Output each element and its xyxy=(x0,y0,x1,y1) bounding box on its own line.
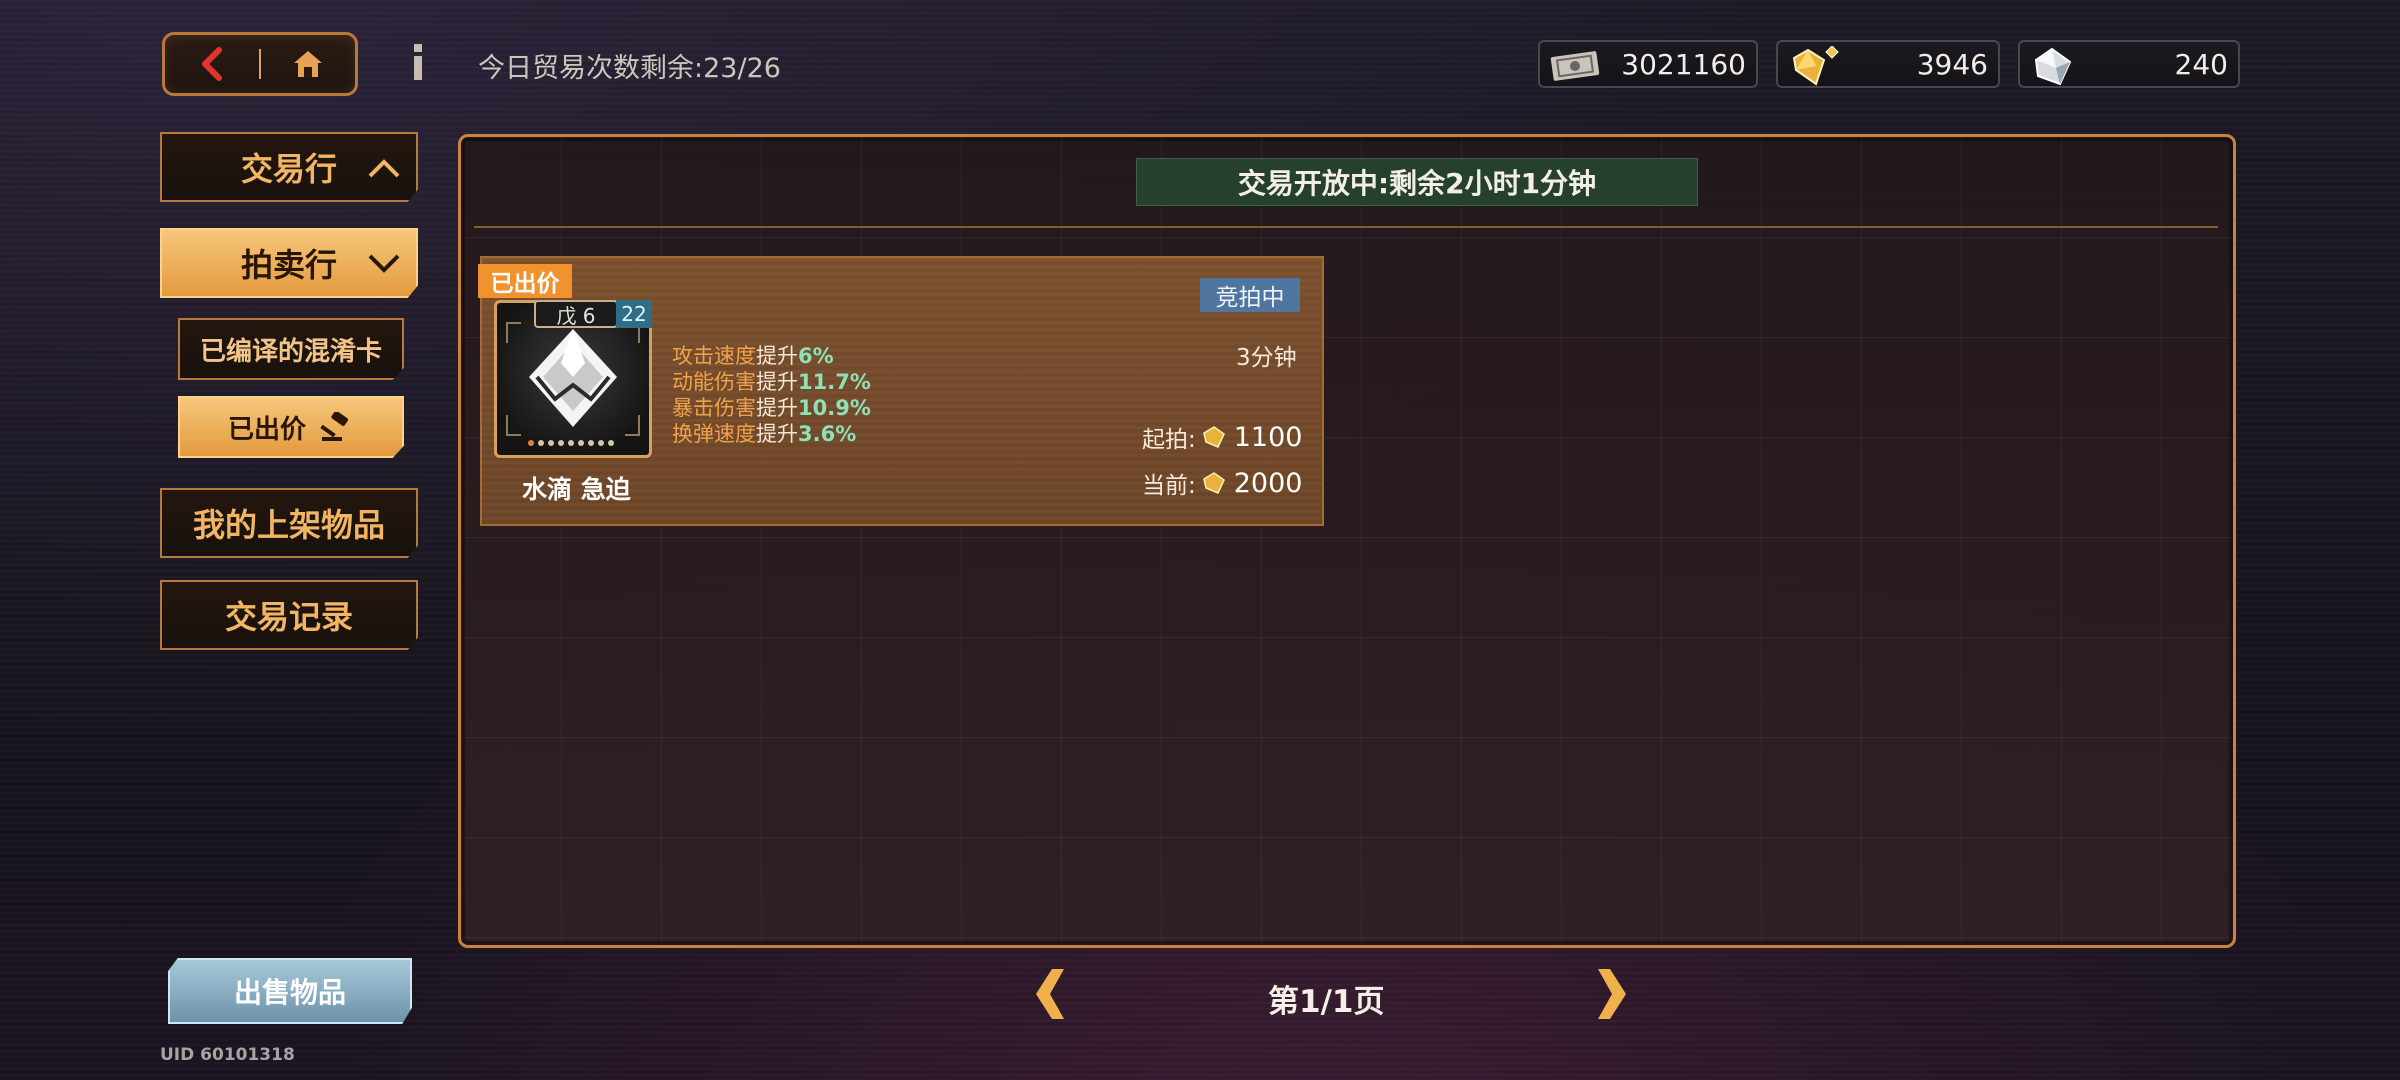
stat-verb: 提升 xyxy=(756,396,798,420)
menu-trade-label: 交易行 xyxy=(240,150,337,188)
start-price-value: 1100 xyxy=(1233,421,1303,453)
stat-value: 11.7% xyxy=(798,370,871,394)
stat-name: 动能伤害 xyxy=(672,370,756,394)
item-grade: 戊 6 xyxy=(534,300,618,328)
chevron-up-icon xyxy=(368,159,400,178)
time-remaining: 3分钟 xyxy=(1236,345,1297,371)
sub-compiled-cards-label: 已编译的混淆卡 xyxy=(199,336,382,367)
gold-crystal-value: 3946 xyxy=(1916,47,1988,81)
menu-trade-log[interactable]: 交易记录 xyxy=(160,580,418,650)
gold-crystal-icon xyxy=(1202,472,1225,494)
menu-auction-label: 拍卖行 xyxy=(240,246,337,284)
sell-item-button[interactable]: 出售物品 xyxy=(168,958,412,1024)
chevron-left-icon xyxy=(1036,969,1064,1019)
nav-button-group xyxy=(162,32,358,96)
start-price-row: 起拍: 1100 xyxy=(1142,420,1302,454)
info-button[interactable] xyxy=(400,40,436,84)
menu-trade-log-label: 交易记录 xyxy=(224,598,353,636)
bid-placed-tag: 已出价 xyxy=(478,264,572,298)
next-page-button[interactable] xyxy=(1590,966,1634,1022)
silver-crystal-value: 240 xyxy=(2174,47,2228,81)
back-button[interactable] xyxy=(165,35,259,93)
sell-item-label: 出售物品 xyxy=(233,976,346,1009)
item-level: 22 xyxy=(616,300,652,328)
stat-name: 暴击伤害 xyxy=(672,396,756,420)
stat-name: 换弹速度 xyxy=(672,422,756,446)
menu-my-listings[interactable]: 我的上架物品 xyxy=(160,488,418,558)
stat-line: 换弹速度提升3.6% xyxy=(672,418,856,448)
currency-gold-crystal[interactable]: 3946 xyxy=(1776,40,2000,88)
daily-trade-count: 今日贸易次数剩余:23/26 xyxy=(478,46,781,85)
chevron-right-icon xyxy=(1598,969,1626,1019)
sub-compiled-cards[interactable]: 已编译的混淆卡 xyxy=(178,318,404,380)
currency-silver-crystal[interactable]: 240 xyxy=(2018,40,2240,88)
stat-value: 10.9% xyxy=(798,396,871,420)
cash-value: 3021160 xyxy=(1621,47,1746,81)
stat-value: 3.6% xyxy=(798,422,857,446)
home-button[interactable] xyxy=(261,35,355,93)
info-icon xyxy=(414,44,422,80)
sub-bid-placed-label: 已出价 xyxy=(227,414,306,445)
page-indicator: 第1/1页 xyxy=(1268,984,1385,1020)
back-arrow-icon xyxy=(202,47,222,81)
trade-count-label: 今日贸易次数剩余: xyxy=(478,53,704,84)
trade-count-value: 23/26 xyxy=(703,53,781,84)
stat-name: 攻击速度 xyxy=(672,344,756,368)
trade-open-banner: 交易开放中:剩余2小时1分钟 xyxy=(1136,158,1698,206)
sub-bid-placed[interactable]: 已出价 xyxy=(178,396,404,458)
stat-verb: 提升 xyxy=(756,370,798,394)
gold-crystal-icon xyxy=(1202,426,1225,448)
cash-ticket-icon xyxy=(1550,51,1600,81)
chevron-down-icon xyxy=(368,254,400,273)
stat-value: 6% xyxy=(798,344,834,368)
item-name: 水滴 急迫 xyxy=(522,475,631,504)
home-icon xyxy=(294,51,322,77)
menu-auction[interactable]: 拍卖行 xyxy=(160,228,418,298)
user-id: UID 60101318 xyxy=(160,1045,295,1065)
silver-crystal-icon xyxy=(2034,47,2072,86)
gavel-icon xyxy=(320,412,349,441)
current-price-row: 当前: 2000 xyxy=(1142,466,1302,500)
auction-status-badge: 竞拍中 xyxy=(1200,278,1300,312)
prev-page-button[interactable] xyxy=(1028,966,1072,1022)
gold-crystal-icon xyxy=(1792,46,1839,86)
stat-verb: 提升 xyxy=(756,422,798,446)
panel-divider xyxy=(474,226,2218,228)
start-price-label: 起拍: xyxy=(1142,427,1196,453)
current-price-value: 2000 xyxy=(1233,467,1303,499)
current-price-label: 当前: xyxy=(1142,473,1196,499)
stat-verb: 提升 xyxy=(756,344,798,368)
menu-my-listings-label: 我的上架物品 xyxy=(192,506,385,544)
menu-trade[interactable]: 交易行 xyxy=(160,132,418,202)
currency-cash[interactable]: 3021160 xyxy=(1538,40,1758,88)
